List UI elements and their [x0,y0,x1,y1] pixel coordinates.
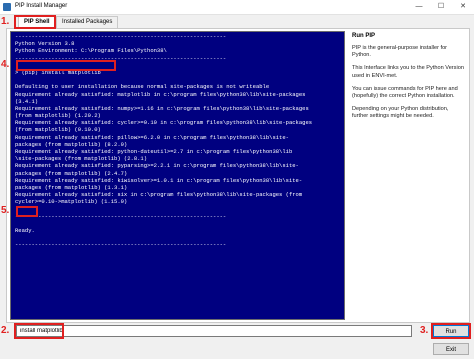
console-line: Requirement already satisfied: cycler>=0… [15,119,313,127]
console-line: ----------------------------------------… [15,241,227,249]
callout-box-tab [14,15,56,29]
console-line: cycler>=0.10->matplotlib) (1.15.0) [15,198,128,206]
console-line: Requirement already satisfied: matplotli… [15,90,306,98]
tab-bar: PIP Shell Installed Packages [14,16,334,29]
console-line: (from matplotlib) (1.20.2) [15,112,101,120]
content-panel: ----------------------------------------… [6,28,470,323]
console-line: \site-packages (from matplotlib) (2.8.1) [15,155,148,163]
exit-button[interactable]: Exit [433,343,469,355]
info-paragraph: You can issue commands for PIP here and … [352,85,458,100]
close-icon[interactable]: ✕ [452,0,474,14]
console-line: Requirement already satisfied: pillow>=6… [15,133,289,141]
console-line: Defaulting to user installation because … [15,83,270,91]
info-panel: Run PIP PIP is the general-purpose insta… [352,31,464,318]
info-heading: Run PIP [352,33,376,39]
maximize-icon[interactable]: ☐ [430,0,452,14]
app-icon [3,3,11,11]
info-paragraph: Depending on your Python distribution, f… [352,106,449,120]
console-line: Python Version 3.8 [15,40,75,48]
marker-5: 5. [1,205,10,216]
marker-4: 4. [1,59,10,70]
console-line: Requirement already satisfied: six in c:… [15,191,303,199]
console-line: packages (from matplotlib) (1.3.1) [15,183,128,191]
callout-box-command [16,60,116,71]
console-line: Requirement already satisfied: numpy>=1.… [15,104,309,112]
console-line: (3.4.1) [15,97,39,105]
console-line: (from matplotlib) (0.10.0) [15,126,101,134]
tab-installed-packages[interactable]: Installed Packages [56,16,119,28]
console-output[interactable]: ----------------------------------------… [10,31,345,320]
marker-3: 3. [420,325,429,336]
command-input[interactable] [16,325,412,337]
window-controls: — ☐ ✕ [408,0,474,14]
info-paragraph: This Interface links you to the Python V… [352,65,464,79]
console-line: Ready. [15,227,35,235]
marker-2: 2. [1,325,10,336]
title-bar: PIP Install Manager — ☐ ✕ [0,0,474,15]
console-line: packages (from matplotlib) (8.2.0) [15,140,128,148]
minimize-icon[interactable]: — [408,0,430,14]
console-line: packages (from matplotlib) (2.4.7) [15,169,128,177]
console-line: ----------------------------------------… [15,212,227,220]
console-line: Requirement already satisfied: python-da… [15,148,293,155]
info-paragraph: PIP is the general-purpose installer for… [352,45,448,59]
console-line: Python Environment: C:\Program Files\Pyt… [15,47,167,55]
marker-1: 1. [1,16,10,27]
window-title: PIP Install Manager [15,3,68,9]
callout-box-run [431,323,471,339]
callout-box-input [14,323,64,339]
console-line: Requirement already satisfied: kiwisolve… [15,176,303,184]
callout-box-ready [16,206,38,217]
console-line: ----------------------------------------… [15,33,227,40]
console-line: Requirement already satisfied: pyparsing… [15,162,299,170]
